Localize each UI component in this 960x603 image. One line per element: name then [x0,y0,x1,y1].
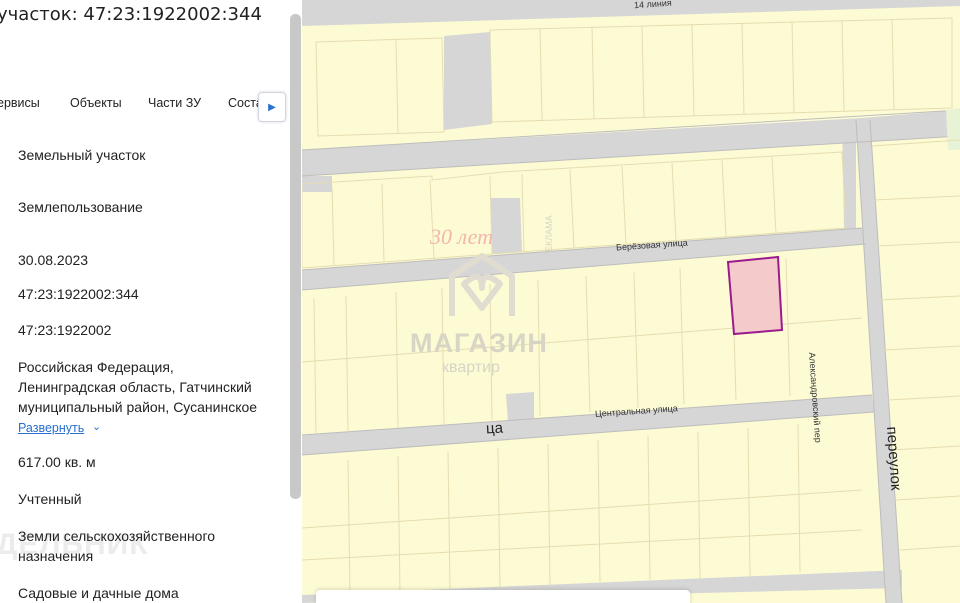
agency-watermark: 30 лет МАГАЗИН квартир РЕКЛАМА [410,215,554,392]
tab-objects[interactable]: Объекты [70,96,122,110]
map-view[interactable]: 14 линия Берёзовая улица Центральная ули… [302,0,960,603]
field-address-line3: муниципальный район, Сусанинское [18,399,258,415]
field-address-line2: Ленинградская область, Гатчинский [18,379,252,395]
watermark-brand: МАГАЗИН [410,328,548,358]
page-title: участок: 47:23:1922002:344 [0,4,262,25]
field-usage: Садовые и дачные дома [18,585,179,601]
house-heart-icon [449,253,515,316]
watermark-sub: квартир [442,359,500,376]
tab-services[interactable]: ервисы [0,96,40,110]
field-object-type: Земельный участок [18,147,146,163]
field-category-line2: назначения [18,548,94,564]
cadastral-map-svg [302,0,960,603]
field-date: 30.08.2023 [18,252,89,268]
field-category-line1: Земли сельскохозяйственного [18,528,216,544]
panel-scrollbar[interactable] [290,14,301,499]
field-subtype: Землепользование [18,199,143,215]
field-area: 617.00 кв. м [18,454,96,470]
watermark-years: 30 лет [430,224,494,249]
field-address-line1: Российская Федерация, [18,359,174,375]
tabs-next-button[interactable]: ▶ [258,92,286,122]
tab-parts[interactable]: Части ЗУ [148,96,201,110]
watermark-ad: РЕКЛАМА [544,215,554,258]
tab-bar: ервисы Объекты Части ЗУ Соста [0,94,290,116]
caret-right-icon: ▶ [268,101,276,113]
field-cadastral-number[interactable]: 47:23:1922002:344 [18,284,139,304]
street-label-fragment: ца [485,419,504,438]
expand-link[interactable]: Развернуть [18,421,84,435]
info-panel: ДЕЛЬНИК участок: 47:23:1922002:344 ервис… [0,0,302,603]
field-status: Учтенный [18,491,82,507]
selected-parcel[interactable] [726,255,784,336]
chevron-down-icon[interactable]: ⌄ [92,420,101,433]
map-bottom-toolbar[interactable] [316,590,690,603]
field-quarter[interactable]: 47:23:1922002 [18,320,111,340]
